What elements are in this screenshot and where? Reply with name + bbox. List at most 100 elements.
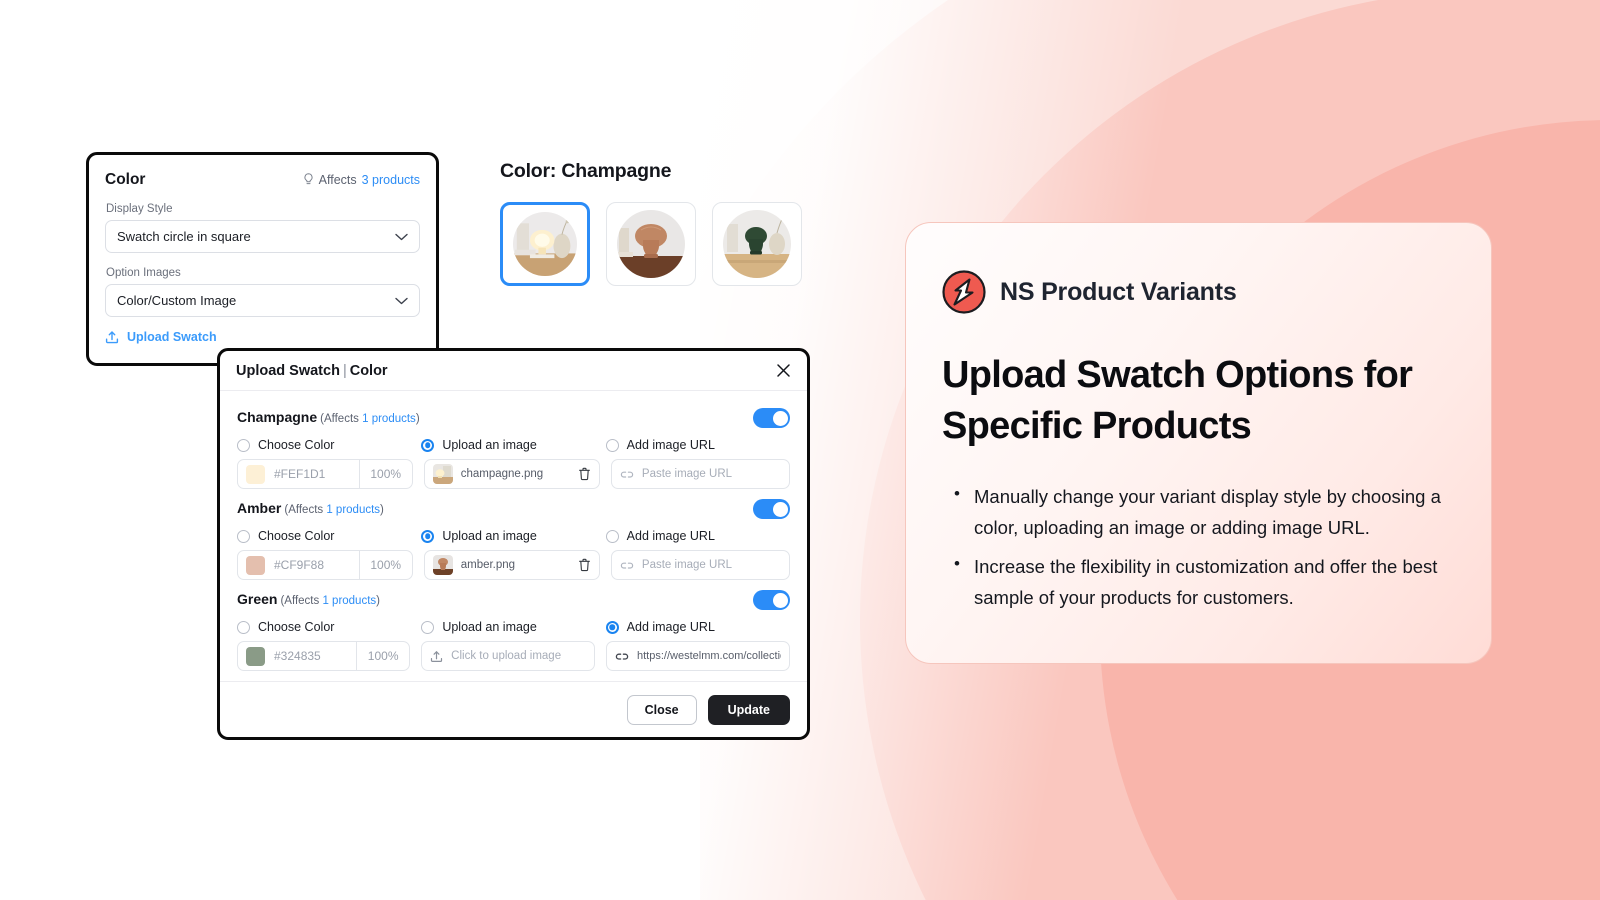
radio-dot[interactable] bbox=[605, 438, 619, 452]
option-images-select[interactable]: Color/Custom Image bbox=[105, 284, 420, 317]
lamp-photo-green bbox=[723, 210, 791, 278]
variant-name: Champagne bbox=[237, 409, 318, 425]
swatch-image-amber bbox=[617, 210, 685, 278]
affects-count-link[interactable]: 1 products bbox=[322, 595, 376, 607]
radio-label: Upload an image bbox=[442, 620, 537, 634]
radio-add-url[interactable]: Add image URL bbox=[605, 620, 790, 634]
trash-icon[interactable] bbox=[578, 467, 591, 481]
variant-header: Champagne (Affects 1 products) bbox=[237, 407, 790, 429]
url-input-green[interactable]: https://westelmm.com/collection/li... bbox=[606, 641, 790, 671]
affects-prefix: (Affects bbox=[320, 413, 359, 425]
trash-icon[interactable] bbox=[578, 558, 591, 572]
display-style-select[interactable]: Swatch circle in square bbox=[105, 220, 420, 253]
preview-swatch-row bbox=[500, 202, 802, 286]
chevron-down-icon bbox=[395, 297, 408, 304]
opacity-value[interactable]: 100% bbox=[358, 551, 412, 579]
toggle-knob bbox=[772, 592, 788, 608]
radio-dot[interactable] bbox=[605, 620, 619, 634]
file-thumbnail bbox=[432, 464, 453, 484]
lamp-photo-amber bbox=[617, 210, 685, 278]
swatch-image-champagne bbox=[513, 212, 577, 276]
radio-dot[interactable] bbox=[421, 620, 435, 634]
modal-header: Upload Swatch | Color bbox=[220, 351, 807, 391]
radio-dot[interactable] bbox=[237, 620, 250, 634]
variant-affects: (Affects 1 products) bbox=[280, 595, 380, 607]
upload-swatch-link[interactable]: Upload Swatch bbox=[105, 330, 420, 344]
affects-prefix: (Affects bbox=[284, 504, 324, 516]
affects-count-link[interactable]: 3 products bbox=[362, 173, 420, 187]
lamp-photo-champagne bbox=[513, 212, 577, 276]
modal-footer: Close Update bbox=[220, 681, 807, 737]
opacity-value[interactable]: 100% bbox=[358, 460, 412, 488]
url-placeholder: Paste image URL bbox=[641, 468, 733, 480]
preview-swatch-green[interactable] bbox=[712, 202, 802, 286]
color-hex-value: #CF9F88 bbox=[274, 558, 325, 572]
radio-upload-image[interactable]: Upload an image bbox=[421, 438, 605, 452]
amber-thumb-icon bbox=[432, 555, 453, 575]
radio-dot[interactable] bbox=[421, 438, 435, 452]
variant-toggle-champagne[interactable] bbox=[753, 408, 790, 428]
preview-swatch-amber[interactable] bbox=[606, 202, 696, 286]
file-input-green[interactable]: Click to upload image bbox=[421, 641, 595, 671]
color-chip bbox=[246, 555, 265, 575]
color-input-amber[interactable]: #CF9F88 100% bbox=[237, 550, 413, 580]
modal-title-separator: | bbox=[342, 362, 347, 379]
url-input-champagne[interactable]: Paste image URL bbox=[610, 459, 790, 489]
promo-brand: NS Product Variants bbox=[942, 270, 1491, 314]
promo-title: Upload Swatch Options for Specific Produ… bbox=[942, 354, 1413, 447]
variant-name: Amber bbox=[237, 500, 282, 516]
variant-toggle-amber[interactable] bbox=[753, 499, 790, 519]
variant-mode-radios: Choose Color Upload an image Add image U… bbox=[237, 438, 790, 452]
screenshot-root: Color Affects 3 products Display Style S… bbox=[0, 0, 1600, 900]
radio-add-url[interactable]: Add image URL bbox=[605, 529, 790, 543]
radio-choose-color[interactable]: Choose Color bbox=[237, 529, 421, 543]
color-chip bbox=[246, 464, 265, 484]
ns-bolt-logo-icon bbox=[942, 270, 986, 314]
variant-name: Green bbox=[237, 591, 278, 607]
radio-add-url[interactable]: Add image URL bbox=[605, 438, 790, 452]
bulb-icon bbox=[304, 173, 313, 185]
file-input-amber[interactable]: amber.png bbox=[423, 550, 600, 580]
variant-toggle-green[interactable] bbox=[753, 590, 790, 610]
radio-dot[interactable] bbox=[605, 529, 619, 543]
opacity-value[interactable]: 100% bbox=[356, 642, 409, 670]
preview-title: Color: Champagne bbox=[500, 160, 672, 182]
upload-swatch-modal: Upload Swatch | Color Champagne (Affects 1 … bbox=[217, 348, 810, 740]
color-hex-value: #324835 bbox=[274, 649, 321, 663]
radio-upload-image[interactable]: Upload an image bbox=[421, 620, 605, 634]
radio-label: Upload an image bbox=[442, 438, 537, 452]
update-button[interactable]: Update bbox=[707, 694, 790, 725]
color-input-green[interactable]: #324835 100% bbox=[237, 641, 411, 671]
affects-prefix: (Affects bbox=[280, 595, 320, 607]
close-button[interactable]: Close bbox=[626, 694, 697, 725]
modal-title-sub: Color bbox=[349, 362, 388, 379]
url-placeholder: Paste image URL bbox=[641, 559, 733, 571]
modal-title: Upload Swatch | Color bbox=[236, 363, 388, 379]
file-input-champagne[interactable]: champagne.png bbox=[423, 459, 600, 489]
display-style-label: Display Style bbox=[106, 203, 173, 215]
preview-swatch-champagne[interactable] bbox=[500, 202, 590, 286]
affects-count-link[interactable]: 1 products bbox=[362, 413, 416, 425]
affects-count-link[interactable]: 1 products bbox=[326, 504, 380, 516]
radio-label: Choose Color bbox=[258, 438, 335, 452]
promo-bullet-list: Manually change your variant display sty… bbox=[952, 480, 1451, 613]
url-input-amber[interactable]: Paste image URL bbox=[610, 550, 790, 580]
product-preview: Color: Champagne bbox=[500, 160, 802, 286]
radio-label: Add image URL bbox=[626, 620, 715, 634]
variant-block-green: Green (Affects 1 products) Choose Color U… bbox=[237, 589, 790, 671]
radio-dot[interactable] bbox=[421, 529, 435, 543]
radio-choose-color[interactable]: Choose Color bbox=[237, 438, 421, 452]
variant-mode-radios: Choose Color Upload an image Add image U… bbox=[237, 529, 790, 543]
modal-title-main: Upload Swatch bbox=[236, 362, 340, 379]
radio-label: Choose Color bbox=[258, 620, 335, 634]
radio-choose-color[interactable]: Choose Color bbox=[237, 620, 421, 634]
radio-dot[interactable] bbox=[237, 438, 250, 452]
radio-dot[interactable] bbox=[237, 529, 250, 543]
color-settings-card: Color Affects 3 products Display Style S… bbox=[86, 152, 439, 366]
variant-block-champagne: Champagne (Affects 1 products) Choose Col… bbox=[237, 407, 790, 489]
close-icon[interactable] bbox=[776, 363, 791, 378]
radio-upload-image[interactable]: Upload an image bbox=[421, 529, 605, 543]
modal-body: Champagne (Affects 1 products) Choose Col… bbox=[220, 391, 807, 671]
option-images-value: Color/Custom Image bbox=[117, 293, 237, 308]
color-input-champagne[interactable]: #FEF1D1 100% bbox=[237, 459, 413, 489]
